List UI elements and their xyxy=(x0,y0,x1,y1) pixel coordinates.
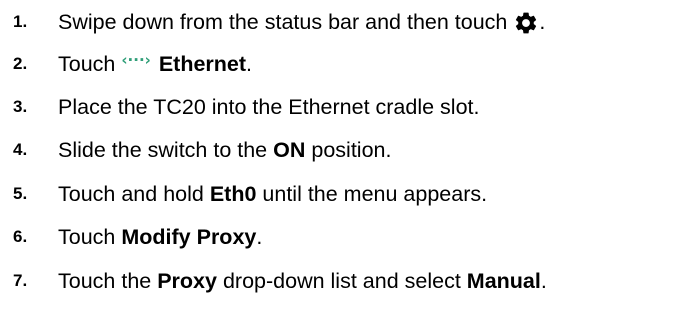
step-text-after: . xyxy=(256,225,263,249)
step-bold: Proxy xyxy=(157,269,217,293)
gear-icon xyxy=(513,10,539,36)
step-text: Touch the Proxy drop-down list and selec… xyxy=(58,261,547,301)
step-5: 5. Touch and hold Eth0 until the menu ap… xyxy=(0,174,676,214)
step-text: Swipe down from the status bar and then … xyxy=(58,2,545,42)
step-text-after: . xyxy=(539,10,546,34)
ethernet-icon: ‹···› xyxy=(121,51,151,70)
step-text-after: position. xyxy=(311,138,392,162)
step-bold: Eth0 xyxy=(209,182,257,206)
step-text-before: Swipe down from the status bar and then … xyxy=(58,10,508,34)
step-text-after: until the menu appears. xyxy=(262,182,488,206)
step-1: 1. Swipe down from the status bar and th… xyxy=(0,2,676,42)
step-bold: ON xyxy=(273,138,306,162)
step-text: Place the TC20 into the Ethernet cradle … xyxy=(58,87,480,127)
step-bold: Modify Proxy xyxy=(121,225,257,249)
step-bold: Ethernet xyxy=(158,52,247,76)
step-number: 5. xyxy=(13,184,28,203)
step-number: 4. xyxy=(13,140,28,159)
step-7: 7. Touch the Proxy drop-down list and se… xyxy=(0,261,676,301)
step-2: 2. Touch ‹···› Ethernet. xyxy=(0,44,676,84)
step-number: 1. xyxy=(13,12,28,31)
step-text-before: Touch the xyxy=(58,269,152,293)
step-text-before: Place the TC20 into the Ethernet cradle … xyxy=(58,95,480,119)
step-3: 3. Place the TC20 into the Ethernet crad… xyxy=(0,87,676,127)
step-text: Slide the switch to the ON position. xyxy=(58,130,391,170)
step-text: Touch ‹···› Ethernet. xyxy=(58,44,252,85)
step-text-middle: drop-down list and select xyxy=(222,269,461,293)
step-text: Touch and hold Eth0 until the menu appea… xyxy=(58,174,487,214)
step-4: 4. Slide the switch to the ON position. xyxy=(0,130,676,170)
step-number: 2. xyxy=(13,54,28,73)
step-text-before: Touch and hold xyxy=(58,182,204,206)
step-text-before: Touch xyxy=(58,225,116,249)
step-text-before: Touch xyxy=(58,52,116,76)
step-number: 7. xyxy=(13,271,28,290)
step-text-after: . xyxy=(540,269,547,293)
step-bold-2: Manual xyxy=(466,269,541,293)
step-text-before: Slide the switch to the xyxy=(58,138,268,162)
step-text-after: . xyxy=(246,52,253,76)
step-number: 3. xyxy=(13,97,28,116)
step-6: 6. Touch Modify Proxy. xyxy=(0,217,676,257)
step-text: Touch Modify Proxy. xyxy=(58,217,262,257)
step-number: 6. xyxy=(13,227,28,246)
